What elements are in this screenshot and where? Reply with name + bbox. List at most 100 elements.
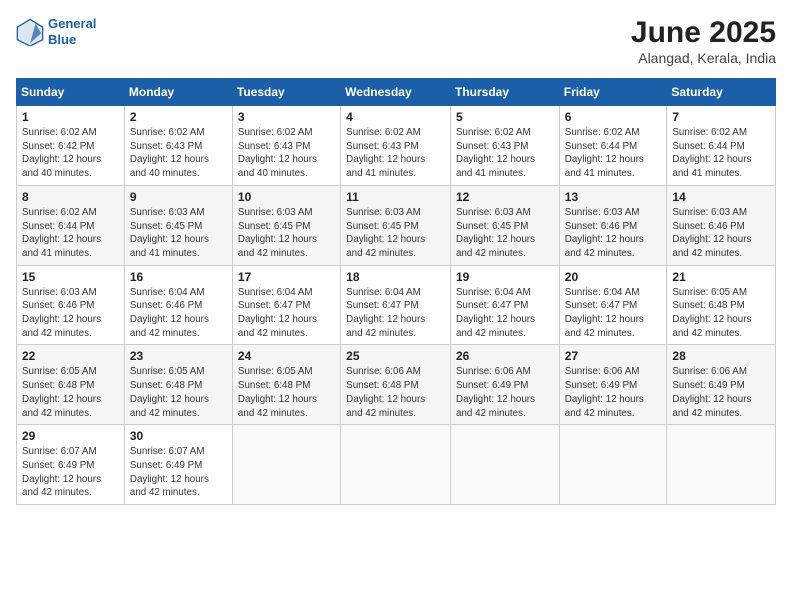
logo: General Blue (16, 16, 96, 47)
calendar-week-5: 29 Sunrise: 6:07 AMSunset: 6:49 PMDayligh… (17, 425, 776, 505)
main-title: June 2025 (631, 16, 776, 50)
day-number: 21 (672, 270, 770, 284)
day-info: Sunrise: 6:02 AMSunset: 6:43 PMDaylight:… (456, 126, 554, 181)
day-number: 20 (565, 270, 662, 284)
calendar-cell: 25 Sunrise: 6:06 AMSunset: 6:48 PMDayligh… (341, 345, 451, 425)
day-info: Sunrise: 6:04 AMSunset: 6:47 PMDaylight:… (456, 286, 554, 341)
calendar-cell: 16 Sunrise: 6:04 AMSunset: 6:46 PMDayligh… (124, 265, 232, 345)
day-info: Sunrise: 6:04 AMSunset: 6:47 PMDaylight:… (565, 286, 662, 341)
day-info: Sunrise: 6:06 AMSunset: 6:48 PMDaylight:… (346, 365, 445, 420)
day-info: Sunrise: 6:02 AMSunset: 6:43 PMDaylight:… (238, 126, 335, 181)
calendar-header-row: SundayMondayTuesdayWednesdayThursdayFrid… (17, 79, 776, 106)
day-number: 18 (346, 270, 445, 284)
calendar-cell: 20 Sunrise: 6:04 AMSunset: 6:47 PMDayligh… (559, 265, 667, 345)
calendar-cell: 28 Sunrise: 6:06 AMSunset: 6:49 PMDayligh… (667, 345, 776, 425)
calendar-cell: 10 Sunrise: 6:03 AMSunset: 6:45 PMDayligh… (232, 185, 340, 265)
day-info: Sunrise: 6:02 AMSunset: 6:42 PMDaylight:… (22, 126, 119, 181)
day-info: Sunrise: 6:02 AMSunset: 6:43 PMDaylight:… (346, 126, 445, 181)
day-info: Sunrise: 6:06 AMSunset: 6:49 PMDaylight:… (672, 365, 770, 420)
calendar-cell: 18 Sunrise: 6:04 AMSunset: 6:47 PMDayligh… (341, 265, 451, 345)
day-number: 22 (22, 349, 119, 363)
day-info: Sunrise: 6:03 AMSunset: 6:45 PMDaylight:… (238, 206, 335, 261)
header-saturday: Saturday (667, 79, 776, 106)
calendar-cell (667, 425, 776, 505)
day-number: 11 (346, 190, 445, 204)
calendar-cell: 8 Sunrise: 6:02 AMSunset: 6:44 PMDaylight… (17, 185, 125, 265)
day-number: 5 (456, 110, 554, 124)
calendar-week-1: 1 Sunrise: 6:02 AMSunset: 6:42 PMDaylight… (17, 106, 776, 186)
day-info: Sunrise: 6:03 AMSunset: 6:45 PMDaylight:… (346, 206, 445, 261)
day-info: Sunrise: 6:06 AMSunset: 6:49 PMDaylight:… (456, 365, 554, 420)
day-info: Sunrise: 6:03 AMSunset: 6:46 PMDaylight:… (565, 206, 662, 261)
day-number: 8 (22, 190, 119, 204)
day-number: 13 (565, 190, 662, 204)
header-wednesday: Wednesday (341, 79, 451, 106)
day-info: Sunrise: 6:03 AMSunset: 6:45 PMDaylight:… (130, 206, 227, 261)
calendar-cell (559, 425, 667, 505)
day-number: 28 (672, 349, 770, 363)
day-number: 23 (130, 349, 227, 363)
day-info: Sunrise: 6:05 AMSunset: 6:48 PMDaylight:… (672, 286, 770, 341)
calendar-cell: 13 Sunrise: 6:03 AMSunset: 6:46 PMDayligh… (559, 185, 667, 265)
calendar-cell: 15 Sunrise: 6:03 AMSunset: 6:46 PMDayligh… (17, 265, 125, 345)
calendar-cell: 22 Sunrise: 6:05 AMSunset: 6:48 PMDayligh… (17, 345, 125, 425)
calendar-cell: 12 Sunrise: 6:03 AMSunset: 6:45 PMDayligh… (451, 185, 560, 265)
calendar-week-2: 8 Sunrise: 6:02 AMSunset: 6:44 PMDaylight… (17, 185, 776, 265)
day-number: 15 (22, 270, 119, 284)
day-number: 17 (238, 270, 335, 284)
day-info: Sunrise: 6:02 AMSunset: 6:44 PMDaylight:… (22, 206, 119, 261)
calendar-week-4: 22 Sunrise: 6:05 AMSunset: 6:48 PMDayligh… (17, 345, 776, 425)
day-info: Sunrise: 6:03 AMSunset: 6:45 PMDaylight:… (456, 206, 554, 261)
day-info: Sunrise: 6:02 AMSunset: 6:43 PMDaylight:… (130, 126, 227, 181)
calendar-cell: 17Sunrise: 6:04 AMSunset: 6:47 PMDayligh… (232, 265, 340, 345)
day-number: 6 (565, 110, 662, 124)
day-number: 1 (22, 110, 119, 124)
day-info: Sunrise: 6:04 AMSunset: 6:46 PMDaylight:… (130, 286, 227, 341)
day-number: 7 (672, 110, 770, 124)
logo-line1: General (48, 16, 96, 31)
calendar-cell: 6 Sunrise: 6:02 AMSunset: 6:44 PMDaylight… (559, 106, 667, 186)
calendar-week-3: 15 Sunrise: 6:03 AMSunset: 6:46 PMDayligh… (17, 265, 776, 345)
calendar-cell: 26 Sunrise: 6:06 AMSunset: 6:49 PMDayligh… (451, 345, 560, 425)
day-number: 29 (22, 429, 119, 443)
calendar-cell: 4 Sunrise: 6:02 AMSunset: 6:43 PMDaylight… (341, 106, 451, 186)
day-number: 3 (238, 110, 335, 124)
day-number: 25 (346, 349, 445, 363)
day-number: 16 (130, 270, 227, 284)
header-thursday: Thursday (451, 79, 560, 106)
day-info: Sunrise: 6:02 AMSunset: 6:44 PMDaylight:… (672, 126, 770, 181)
calendar-cell: 14Sunrise: 6:03 AMSunset: 6:46 PMDayligh… (667, 185, 776, 265)
day-info: Sunrise: 6:05 AMSunset: 6:48 PMDaylight:… (22, 365, 119, 420)
page-header: General Blue June 2025 Alangad, Kerala, … (16, 16, 776, 66)
day-info: Sunrise: 6:07 AMSunset: 6:49 PMDaylight:… (22, 445, 119, 500)
calendar-cell: 29 Sunrise: 6:07 AMSunset: 6:49 PMDayligh… (17, 425, 125, 505)
day-number: 30 (130, 429, 227, 443)
calendar-cell (341, 425, 451, 505)
day-number: 10 (238, 190, 335, 204)
day-number: 27 (565, 349, 662, 363)
calendar-cell: 23Sunrise: 6:05 AMSunset: 6:48 PMDayligh… (124, 345, 232, 425)
day-number: 2 (130, 110, 227, 124)
calendar-cell: 19Sunrise: 6:04 AMSunset: 6:47 PMDayligh… (451, 265, 560, 345)
day-number: 24 (238, 349, 335, 363)
title-block: June 2025 Alangad, Kerala, India (631, 16, 776, 66)
day-info: Sunrise: 6:06 AMSunset: 6:49 PMDaylight:… (565, 365, 662, 420)
day-number: 26 (456, 349, 554, 363)
calendar-cell (232, 425, 340, 505)
day-info: Sunrise: 6:03 AMSunset: 6:46 PMDaylight:… (22, 286, 119, 341)
calendar-table: SundayMondayTuesdayWednesdayThursdayFrid… (16, 78, 776, 505)
day-number: 14 (672, 190, 770, 204)
calendar-cell: 27 Sunrise: 6:06 AMSunset: 6:49 PMDayligh… (559, 345, 667, 425)
calendar-cell: 11 Sunrise: 6:03 AMSunset: 6:45 PMDayligh… (341, 185, 451, 265)
calendar-cell: 21 Sunrise: 6:05 AMSunset: 6:48 PMDayligh… (667, 265, 776, 345)
calendar-cell: 7 Sunrise: 6:02 AMSunset: 6:44 PMDaylight… (667, 106, 776, 186)
day-info: Sunrise: 6:02 AMSunset: 6:44 PMDaylight:… (565, 126, 662, 181)
header-monday: Monday (124, 79, 232, 106)
day-number: 12 (456, 190, 554, 204)
header-tuesday: Tuesday (232, 79, 340, 106)
subtitle: Alangad, Kerala, India (631, 50, 776, 66)
day-number: 4 (346, 110, 445, 124)
day-info: Sunrise: 6:04 AMSunset: 6:47 PMDaylight:… (346, 286, 445, 341)
header-sunday: Sunday (17, 79, 125, 106)
day-number: 9 (130, 190, 227, 204)
